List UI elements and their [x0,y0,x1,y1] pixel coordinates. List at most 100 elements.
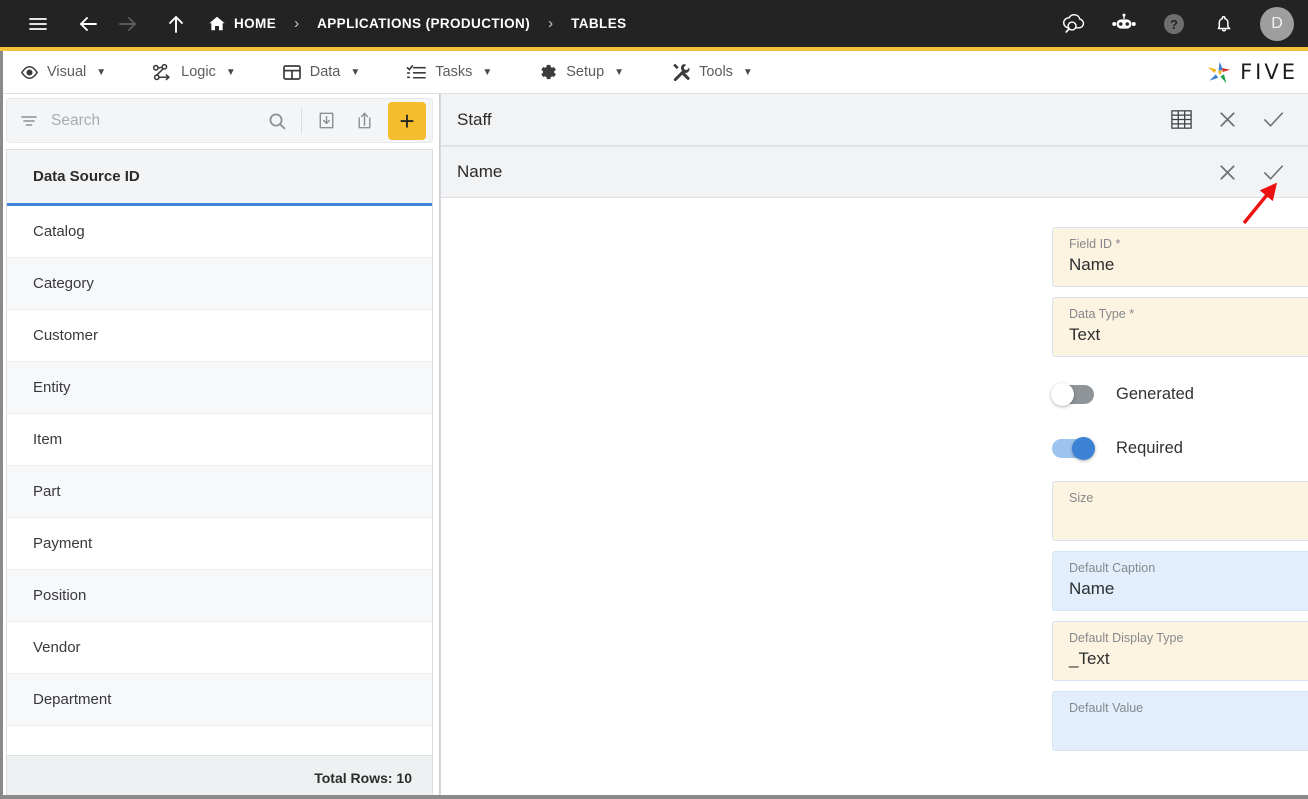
cloud-search-icon[interactable] [1054,4,1094,44]
breadcrumb-item-applications[interactable]: APPLICATIONS (PRODUCTION) [317,16,530,31]
size-input[interactable]: Size 255 [1052,481,1308,541]
list-item[interactable]: Position [7,570,432,622]
table-panel-actions [1169,107,1286,132]
robot-icon[interactable] [1104,4,1144,44]
list-item[interactable]: Catalog [7,206,432,258]
breadcrumb-separator: › [294,15,300,32]
table-grid-icon[interactable] [1169,107,1194,132]
default-display-type-value: _Text [1069,649,1110,668]
filter-icon[interactable] [19,111,39,131]
page-title: Staff [457,109,492,129]
window-left-edge [0,51,3,799]
column-header-data-source-id[interactable]: Data Source ID [7,150,432,206]
five-pinwheel-icon [1206,59,1233,86]
default-value-value [1069,716,1308,741]
search-icon[interactable] [258,102,296,140]
list-item[interactable]: Payment [7,518,432,570]
add-data-source-button[interactable]: + [388,101,426,140]
menu-item-data[interactable]: Data ▼ [276,51,379,93]
default-display-type-label: Default Display Type [1069,631,1184,645]
default-caption-value: Name [1069,579,1115,598]
eye-icon [20,63,39,82]
window-bottom-edge [0,795,1308,799]
list-item[interactable]: Category [7,258,432,310]
breadcrumb-separator-2: › [548,15,554,32]
data-type-select[interactable]: Data Type * Text <> [1052,297,1308,357]
breadcrumb-label-tables: TABLES [571,16,627,31]
total-rows-label: Total Rows: 10 [7,755,432,799]
default-value-input[interactable]: Default Value [1052,691,1308,751]
app-root: HOME › APPLICATIONS (PRODUCTION) › TABLE… [0,0,1308,799]
field-id-label: Field ID * [1069,237,1121,251]
required-toggle-row: Required [1052,425,1308,471]
menu-item-tools[interactable]: Tools ▼ [664,51,771,93]
menu-item-logic[interactable]: Logic ▼ [146,51,254,93]
menu-label-data: Data [309,64,341,80]
generated-label: Generated [1116,384,1194,403]
chevron-down-icon-setup: ▼ [614,66,625,78]
list-item[interactable]: Entity [7,362,432,414]
chevron-down-icon-logic: ▼ [225,66,236,78]
close-icon[interactable] [1216,161,1239,184]
required-label: Required [1116,438,1183,457]
list-item[interactable]: Vendor [7,622,432,674]
menu-label-visual: Visual [47,64,87,80]
toggle-knob [1072,436,1095,460]
close-icon[interactable] [1216,108,1239,131]
default-caption-input[interactable]: Default Caption Name [1052,551,1308,611]
generated-toggle-row: Generated [1051,371,1308,417]
table-grid-icon [282,63,302,82]
main-menu-bar: Visual ▼ Logic ▼ Data ▼ Tasks ▼ Setup ▼ … [0,51,1308,94]
menu-label-tasks: Tasks [435,64,473,80]
chevron-down-icon-data: ▼ [350,66,361,78]
brand-text: FIVE [1240,60,1298,84]
data-type-value: Text [1069,325,1101,344]
menu-item-visual[interactable]: Visual ▼ [14,51,124,93]
breadcrumb-item-home[interactable]: HOME [208,15,276,33]
table-panel-header: Staff [441,94,1308,146]
breadcrumb-item-tables[interactable]: TABLES [571,16,626,31]
help-icon[interactable]: ? [1154,4,1194,44]
detail-pane: Staff Name Field ID * Name Data Type * T… [440,94,1308,799]
size-value: 255 [1069,506,1308,531]
top-nav-actions: ? D [1054,4,1294,44]
data-source-rows: Catalog Category Customer Entity Item Pa… [7,206,432,755]
list-item[interactable]: Customer [7,310,432,362]
field-id-value: Name [1069,255,1115,274]
menu-label-tools: Tools [699,64,733,80]
list-item[interactable]: Department [7,674,432,726]
svg-text:?: ? [1170,17,1178,32]
chevron-down-icon-tasks: ▼ [482,66,493,78]
export-icon[interactable] [345,102,383,140]
bell-icon[interactable] [1204,4,1244,44]
menu-item-tasks[interactable]: Tasks ▼ [400,51,510,93]
toggle-knob [1051,382,1074,406]
required-toggle[interactable] [1052,436,1095,460]
top-navigation-bar: HOME › APPLICATIONS (PRODUCTION) › TABLE… [0,0,1308,47]
hamburger-icon[interactable] [18,4,58,44]
arrow-up-icon[interactable] [156,4,196,44]
toolbar-divider [301,107,302,134]
breadcrumb: HOME › APPLICATIONS (PRODUCTION) › TABLE… [208,15,627,33]
avatar[interactable]: D [1260,6,1294,41]
top-nav-controls [18,4,196,44]
list-item[interactable]: Part [7,466,432,518]
list-item[interactable]: Item [7,414,432,466]
generated-toggle[interactable] [1051,382,1094,406]
search-input[interactable] [49,110,258,131]
chevron-down-icon-visual: ▼ [96,66,107,78]
field-form: Field ID * Name Data Type * Text <> [441,198,1308,799]
breadcrumb-label-home: HOME [234,16,277,31]
field-panel-actions [1216,160,1286,185]
default-display-type-select[interactable]: Default Display Type _Text <> [1052,621,1308,681]
arrow-left-icon[interactable] [68,4,108,44]
main-body: + Data Source ID Catalog Category Custom… [0,94,1308,799]
confirm-check-icon[interactable] [1261,107,1286,132]
import-icon[interactable] [307,102,345,140]
field-panel-header: Name [441,146,1308,198]
field-id-input[interactable]: Field ID * Name [1052,227,1308,287]
confirm-check-icon[interactable] [1261,160,1286,185]
breadcrumb-label-applications: APPLICATIONS (PRODUCTION) [317,16,531,31]
menu-item-setup[interactable]: Setup ▼ [532,51,642,93]
data-source-list-pane: + Data Source ID Catalog Category Custom… [0,94,440,799]
